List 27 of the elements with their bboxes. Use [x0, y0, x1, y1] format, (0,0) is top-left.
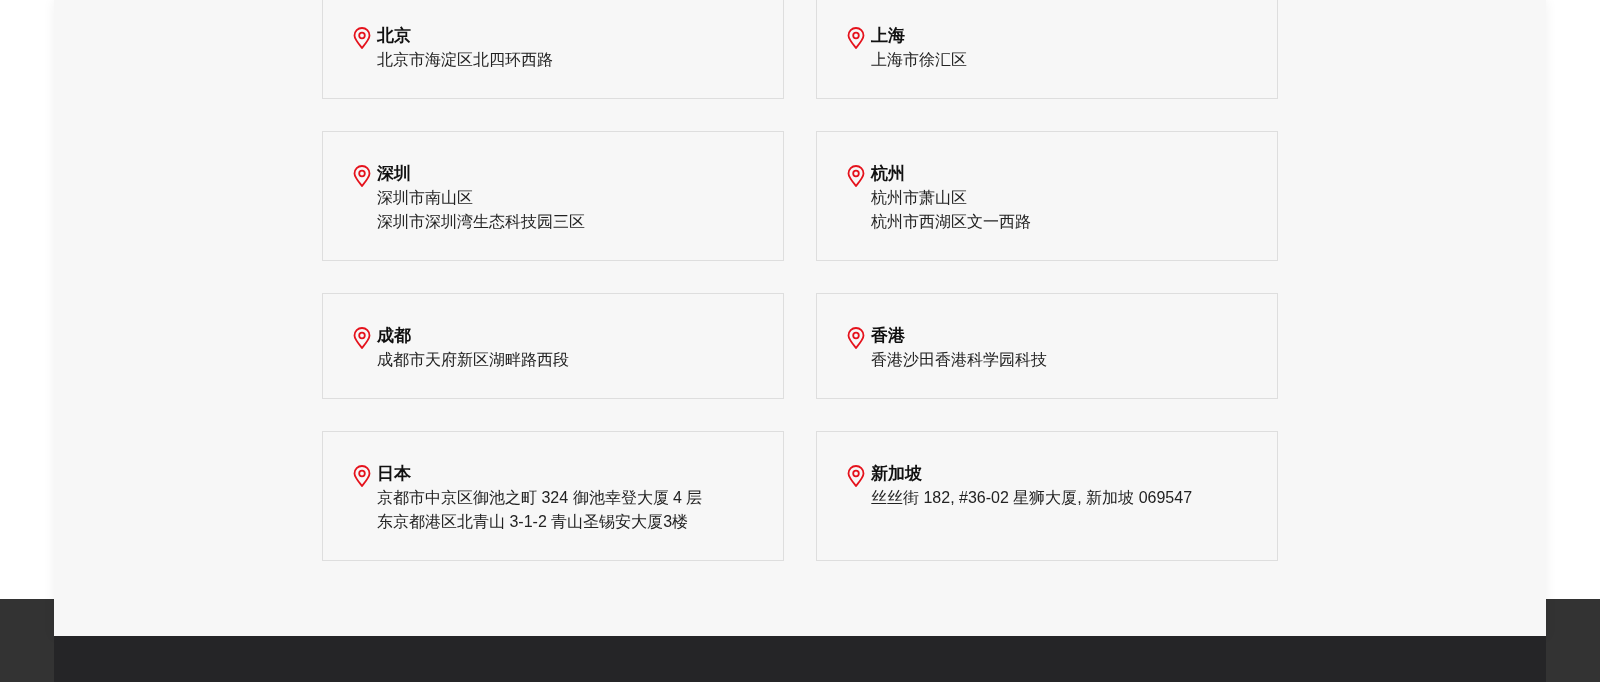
office-address: 成都市天府新区湖畔路西段 [377, 350, 570, 370]
office-address: 杭州市西湖区文一西路 [871, 212, 1032, 232]
office-address: 东京都港区北青山 3-1-2 青山圣锡安大厦3楼 [377, 512, 690, 532]
location-pin-icon [847, 327, 865, 349]
office-city: 北京 [377, 25, 412, 47]
location-pin-icon [353, 27, 371, 49]
office-address: 深圳市南山区 [377, 188, 474, 208]
location-pin-icon [847, 465, 865, 487]
office-address: 京都市中京区御池之町 324 御池幸登大厦 4 层 [377, 488, 704, 508]
office-address: 杭州市萧山区 [871, 188, 968, 208]
office-address: 北京市海淀区北四环西路 [377, 50, 554, 70]
office-address: 香港沙田香港科学园科技 [871, 350, 1048, 370]
office-address: 上海市徐汇区 [871, 50, 968, 70]
office-city: 深圳 [377, 163, 412, 185]
location-pin-icon [353, 465, 371, 487]
location-pin-icon [847, 165, 865, 187]
office-city: 日本 [377, 463, 412, 485]
office-city: 香港 [871, 325, 906, 347]
office-city: 上海 [871, 25, 906, 47]
location-pin-icon [847, 27, 865, 49]
location-pin-icon [353, 165, 371, 187]
office-address: 丝丝街 182, #36-02 星狮大厦, 新加坡 069547 [871, 488, 1194, 508]
office-city: 杭州 [871, 163, 906, 185]
office-address: 深圳市深圳湾生态科技园三区 [377, 212, 586, 232]
location-pin-icon [353, 327, 371, 349]
office-city: 新加坡 [871, 463, 923, 485]
office-city: 成都 [377, 325, 412, 347]
